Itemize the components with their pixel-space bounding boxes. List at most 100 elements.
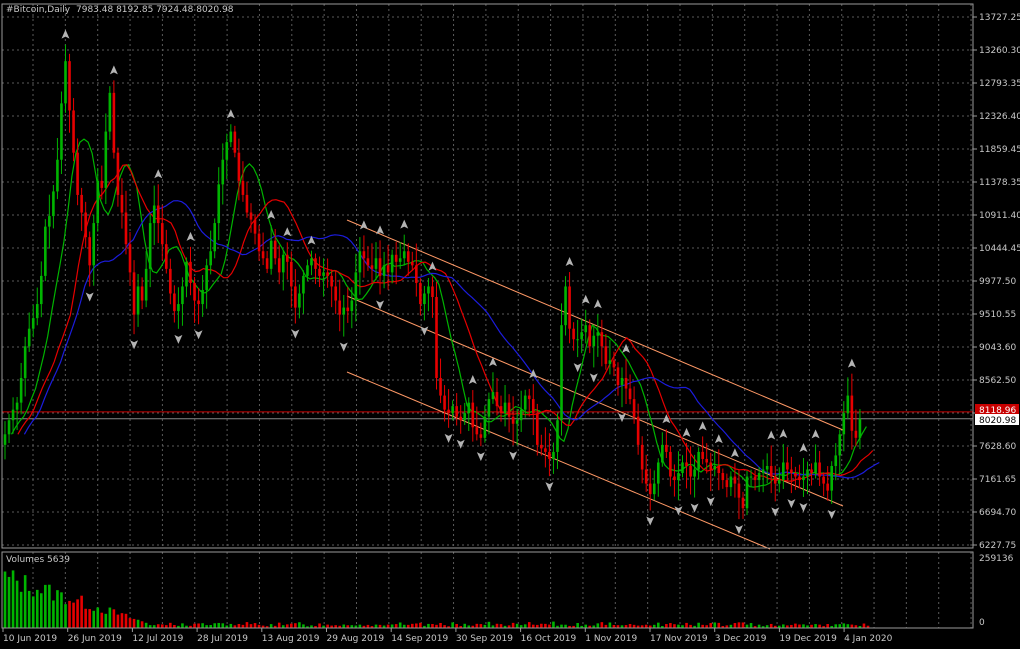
volume-bar <box>398 622 402 628</box>
volume-bar <box>285 624 289 628</box>
fractal-up <box>376 225 385 235</box>
candle <box>52 184 55 229</box>
volume-bar <box>427 623 430 628</box>
y-tick-label: 9510.55 <box>979 310 1016 320</box>
volume-bar <box>782 624 785 628</box>
fractal-up <box>811 429 820 439</box>
volume-bar <box>181 623 184 628</box>
x-tick-label: 28 Jul 2019 <box>197 634 248 644</box>
volume-bar <box>685 622 688 628</box>
candle <box>277 245 281 285</box>
candle <box>842 401 846 452</box>
fractal-up <box>799 443 808 453</box>
y-tick-label: 7161.65 <box>979 475 1016 485</box>
y-tick-label: 9977.50 <box>979 277 1016 287</box>
candle <box>648 468 652 511</box>
candle <box>717 449 721 491</box>
volume-bar <box>128 618 132 628</box>
candle <box>31 304 35 338</box>
candle <box>773 465 777 502</box>
volume-bar <box>217 622 221 628</box>
volume-zero-label: 0 <box>979 618 985 628</box>
candle <box>362 235 366 278</box>
volume-bar <box>229 623 233 628</box>
volume-bar <box>124 613 128 628</box>
candle <box>826 466 829 501</box>
fractal-down <box>130 340 139 350</box>
y-tick-label: 10911.40 <box>979 211 1020 221</box>
fractal-up <box>468 375 477 385</box>
volume-bar <box>628 624 632 628</box>
candle <box>342 294 346 337</box>
candle <box>318 256 321 288</box>
svg-text:8020.98: 8020.98 <box>979 416 1016 426</box>
candle <box>838 429 842 475</box>
volume-bar <box>511 622 515 628</box>
fractal-down <box>690 503 699 513</box>
candle <box>314 253 317 285</box>
candle <box>233 125 237 158</box>
volume-bar <box>523 624 527 628</box>
volume-bar <box>826 624 829 628</box>
candle <box>35 287 39 326</box>
candle <box>491 372 495 404</box>
time-axis: 10 Jun 2019 26 Jun 2019 12 Jul 2019 28 Jul … <box>2 628 893 644</box>
volume-bar <box>100 612 104 628</box>
fractal-down <box>194 330 203 340</box>
fractal-up <box>779 428 788 438</box>
candle <box>790 456 793 494</box>
chart-grid <box>2 4 973 628</box>
volume-bar <box>814 624 817 628</box>
candle <box>193 277 196 323</box>
candle <box>818 450 821 486</box>
fractal-down <box>444 433 453 443</box>
fractal-up <box>714 434 723 444</box>
candle <box>592 324 596 368</box>
volume-bar <box>838 624 842 628</box>
candle <box>661 432 664 467</box>
volume-bar <box>455 624 458 628</box>
candle <box>56 138 59 200</box>
candle <box>669 446 672 487</box>
candle <box>249 203 253 233</box>
candle <box>152 185 156 246</box>
candle <box>390 249 394 284</box>
price-chart[interactable]: 13727.25 13260.30 12793.35 12326.40 11859.45… <box>0 0 1020 649</box>
volume-bar <box>302 624 305 628</box>
candle <box>503 384 507 427</box>
candle <box>721 468 725 489</box>
y-tick-label: 11378.35 <box>979 178 1020 188</box>
candle <box>294 269 297 324</box>
volume-bar <box>68 600 71 628</box>
volume-bar <box>358 624 362 628</box>
candle <box>217 167 221 241</box>
y-tick-label: 11859.45 <box>979 145 1020 155</box>
candle <box>786 446 789 482</box>
fractal-down <box>827 509 836 519</box>
candle <box>560 303 563 436</box>
y-tick-label: 12326.40 <box>979 112 1020 122</box>
candle <box>269 225 273 275</box>
candle <box>798 464 801 489</box>
candle <box>112 80 116 159</box>
candle <box>398 242 402 269</box>
volume-bar <box>249 624 253 628</box>
candle <box>346 287 350 323</box>
candle <box>197 287 200 325</box>
candle <box>144 251 148 308</box>
volume-bar <box>709 623 713 628</box>
candle <box>745 470 749 516</box>
candle <box>656 458 660 497</box>
candle <box>261 232 265 266</box>
candle <box>677 451 680 501</box>
candlestick-series <box>3 44 862 520</box>
volume-bar <box>23 575 27 628</box>
fractal-up <box>565 257 574 267</box>
candle <box>177 287 180 329</box>
candle <box>673 464 676 497</box>
candle <box>173 285 176 323</box>
candle <box>652 470 656 501</box>
candle <box>600 319 604 367</box>
candle <box>568 272 571 344</box>
candle <box>806 461 809 495</box>
